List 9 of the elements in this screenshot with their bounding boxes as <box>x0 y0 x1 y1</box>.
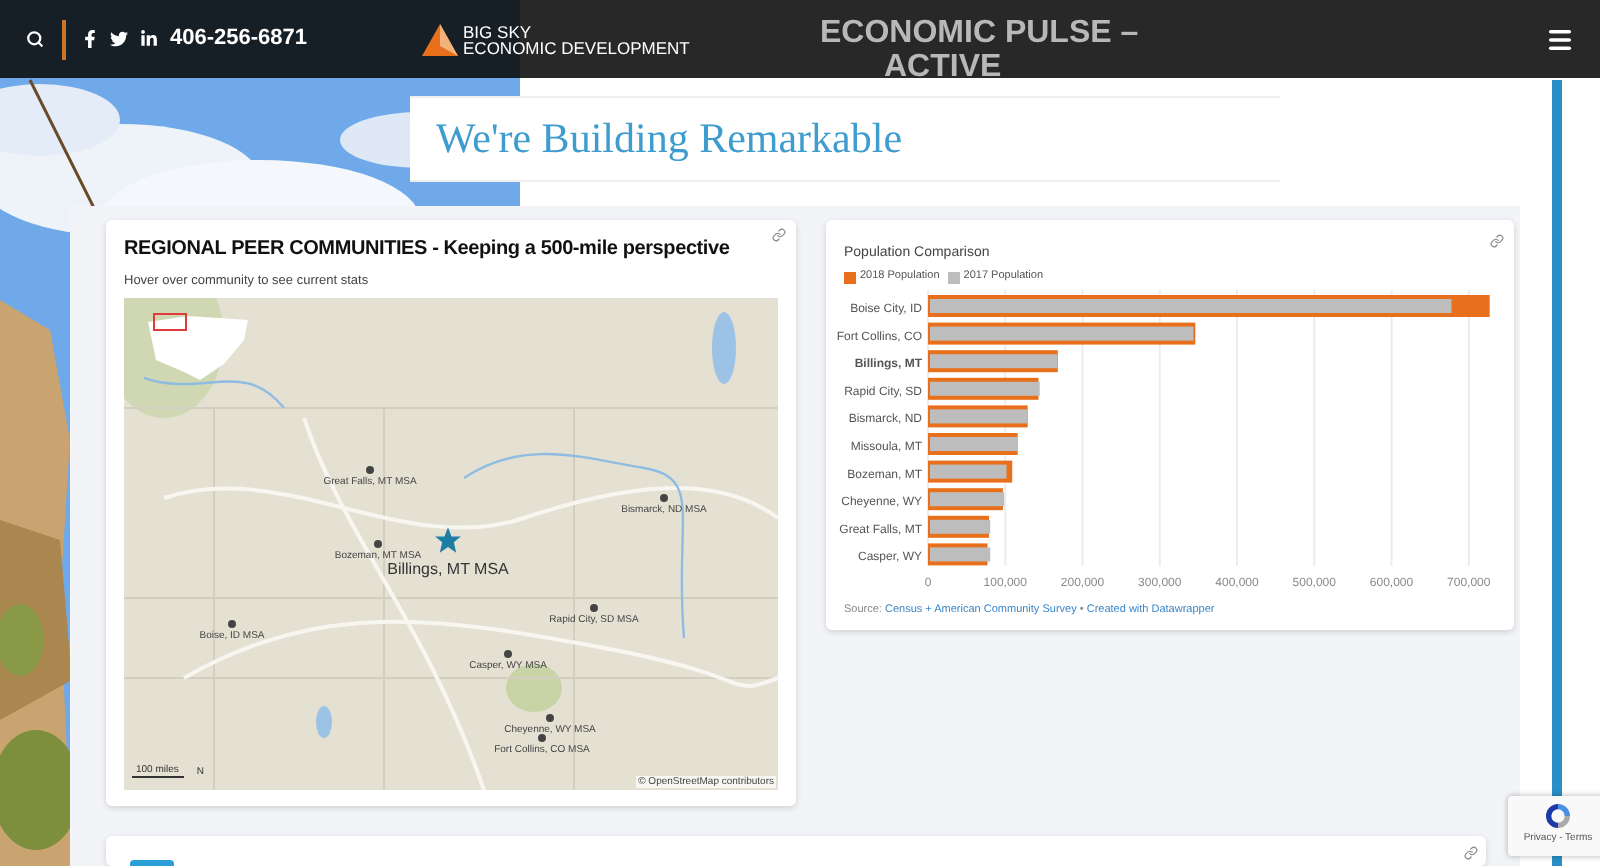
page-heading: ECONOMIC PULSE – <box>820 18 1139 50</box>
menu-icon[interactable] <box>1546 25 1574 53</box>
recaptcha-icon <box>1542 800 1574 832</box>
link-icon[interactable] <box>1490 234 1504 248</box>
page-heading: ACTIVE <box>884 52 1004 84</box>
link-icon[interactable] <box>1464 846 1478 860</box>
logo-text: ECONOMIC DEVELOPMENT <box>463 39 690 55</box>
tagline: We're Building Remarkable <box>436 111 903 166</box>
link-icon[interactable] <box>772 228 786 242</box>
